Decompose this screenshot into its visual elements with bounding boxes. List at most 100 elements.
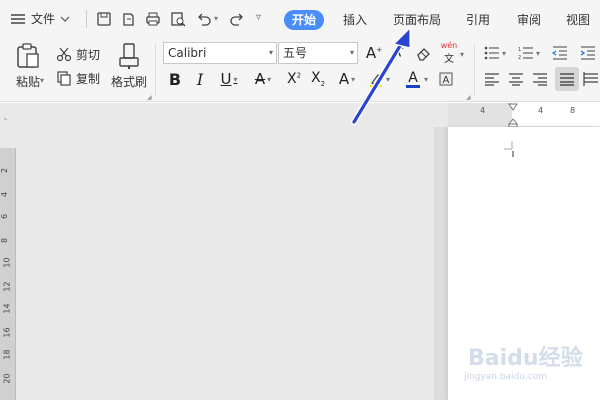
ruler-tick: 4 [480,106,486,115]
align-right-button[interactable] [530,69,550,89]
font-family-value: Calibri [168,46,207,60]
font-color-dropdown-icon[interactable]: ▾ [424,75,428,84]
superscript-button[interactable]: X2 [284,69,304,89]
margin-corner-icon [504,141,518,157]
align-left-button[interactable] [482,69,502,89]
svg-text:1: 1 [518,47,521,53]
file-menu-label: 文件 [31,12,56,26]
align-right-icon [532,72,548,86]
watermark-url: jingyan.baidu.com [464,372,548,382]
indent-icon [580,46,596,60]
subscript-icon: X2 [310,70,326,88]
menu-bar: 文件 ▾ ▿ 开始 插入 页面布局 引用 审阅 视图 [0,0,600,38]
outdent-icon [552,46,568,60]
copy-button[interactable]: 复制 [56,68,100,88]
divider [86,10,87,28]
distributed-button[interactable] [583,69,599,89]
increase-indent-button[interactable] [578,43,598,63]
character-border-icon: A [438,71,454,87]
phonetic-dropdown-icon[interactable]: ▾ [460,50,464,59]
font-dialog-launcher-icon[interactable]: ◢ [466,94,471,101]
clipboard-icon [15,42,41,70]
bold-icon: B [168,69,182,89]
superscript-icon: X2 [286,71,302,87]
ruler-tick: 20 [2,373,12,384]
ruler-tick: 16 [2,327,12,338]
cut-button[interactable]: 剪切 [56,44,100,64]
cut-label: 剪切 [76,47,101,62]
svg-text:A: A [443,75,450,86]
ribbon-home: 粘贴 ▾ 剪切 复制 格式刷 ◢ Calibri ▾ 五号 ▾ A+ A- [0,38,600,102]
hamburger-icon [10,13,26,25]
undo-icon[interactable] [196,11,212,27]
annotation-arrow [351,26,411,125]
underline-button[interactable]: U ▾ [216,69,242,89]
format-painter-label: 格式刷 [110,75,147,89]
ruler-tick: 4 [538,106,544,115]
ruler-tick: 6 [0,213,10,220]
file-menu[interactable]: 文件 [10,9,70,29]
paste-dropdown-icon[interactable]: ▾ [40,76,44,85]
justify-icon [559,72,575,86]
numbering-button[interactable]: 12 ▾ [516,43,542,63]
justify-button[interactable] [555,67,579,91]
align-left-icon [484,72,500,86]
italic-icon: I [196,69,204,89]
character-shading-button[interactable]: A [437,69,455,89]
ruler-tick: 10 [2,257,12,268]
align-center-icon [508,72,524,86]
chevron-down-icon: ▾ [268,48,273,57]
bullets-button[interactable]: ▾ [482,43,508,63]
numbered-list-icon: 12 [518,46,534,60]
distributed-icon [583,72,599,86]
watermark-logo: Baidu经验 [468,346,583,371]
tab-view[interactable]: 视图 [558,10,598,30]
subscript-button[interactable]: X2 [308,69,328,89]
ruler-tick: 2 [0,167,10,174]
paste-label: 粘贴 [15,75,40,89]
horizontal-ruler[interactable]: 4 4 8 [448,103,600,127]
font-family-select[interactable]: Calibri ▾ [163,42,277,64]
undo-dropdown-icon[interactable]: ▾ [214,14,218,23]
copy-label: 复制 [76,71,101,86]
redo-icon[interactable] [229,11,245,27]
scissors-icon [56,46,72,62]
tab-review[interactable]: 审阅 [509,10,549,30]
ruler-tick: 14 [2,303,12,314]
divider [155,44,156,96]
format-painter-icon [116,42,142,70]
strikethrough-button[interactable]: A ▾ [250,69,276,89]
phonetic-label: wén [440,41,458,50]
print-icon[interactable] [145,11,161,27]
font-size-value: 五号 [283,46,308,60]
svg-text:2: 2 [518,55,521,60]
ruler-tick: 8 [0,237,10,244]
copy-icon [56,70,72,86]
phonetic-icon: 文 [444,54,454,65]
ruler-tick: 8 [570,106,576,115]
tab-references[interactable]: 引用 [458,10,498,30]
print-preview-icon[interactable] [170,11,186,27]
phonetic-guide-button[interactable]: wén 文 [437,41,461,65]
italic-button[interactable]: I [191,69,209,89]
save-icon[interactable] [96,11,112,27]
indent-marker-icon[interactable] [508,103,518,127]
decrease-indent-button[interactable] [550,43,570,63]
tab-home[interactable]: 开始 [284,10,325,30]
divider [474,44,475,96]
output-pdf-icon[interactable] [120,11,136,27]
ruler-corner-icon: ⌞ [4,112,8,121]
page-gutter [434,127,448,400]
align-center-button[interactable] [506,69,526,89]
ruler-tick: 12 [2,281,12,292]
ruler-tick: 4 [0,191,10,198]
vertical-ruler[interactable]: 2 4 6 8 10 12 14 16 18 20 [0,148,16,400]
chevron-down-icon [60,15,70,23]
dialog-launcher-icon[interactable]: ◢ [147,94,152,101]
customize-toolbar-icon[interactable]: ▿ [256,12,261,23]
underline-icon: U [220,70,232,88]
format-painter-button[interactable]: 格式刷 [108,42,150,90]
bullet-list-icon [484,46,500,60]
ruler-tick: 18 [2,349,12,360]
bold-button[interactable]: B [166,69,184,89]
